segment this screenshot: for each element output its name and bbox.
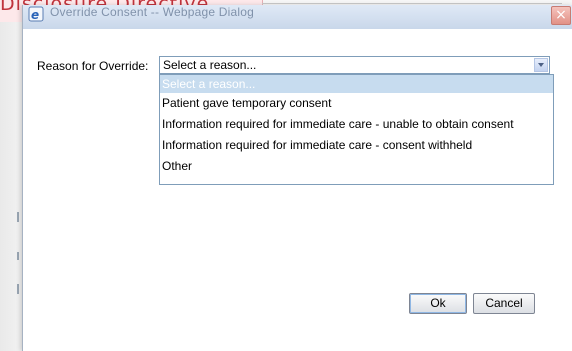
reason-dropdown-list: Select a reason... Patient gave temporar… [159, 74, 554, 185]
dialog-titlebar[interactable]: e Override Consent -- Webpage Dialog × [23, 5, 572, 30]
dropdown-option[interactable]: Other [160, 156, 553, 177]
background-mark [17, 252, 19, 260]
background-divider [262, 3, 562, 4]
ok-button[interactable]: Ok [409, 293, 467, 314]
dropdown-option[interactable]: Information required for immediate care … [160, 135, 553, 156]
background-mark [17, 284, 19, 294]
svg-text:e: e [31, 8, 39, 22]
dialog-title: Override Consent -- Webpage Dialog [50, 5, 255, 19]
reason-select[interactable]: Select a reason... [159, 56, 550, 74]
background-mark [17, 212, 19, 222]
chevron-down-icon[interactable] [534, 58, 548, 72]
reason-for-override-label: Reason for Override: [37, 59, 149, 73]
dropdown-option[interactable]: Select a reason... [160, 75, 553, 93]
reason-select-value: Select a reason... [163, 58, 257, 72]
ie-page-icon: e [28, 6, 44, 22]
close-icon: × [555, 7, 567, 23]
dialog-content: Reason for Override: Select a reason... … [23, 29, 572, 351]
cancel-button[interactable]: Cancel [473, 293, 535, 314]
close-button[interactable]: × [551, 6, 571, 25]
override-consent-dialog: e Override Consent -- Webpage Dialog × R… [22, 5, 572, 351]
dropdown-option[interactable]: Information required for immediate care … [160, 114, 553, 135]
dropdown-option[interactable]: Patient gave temporary consent [160, 93, 553, 114]
